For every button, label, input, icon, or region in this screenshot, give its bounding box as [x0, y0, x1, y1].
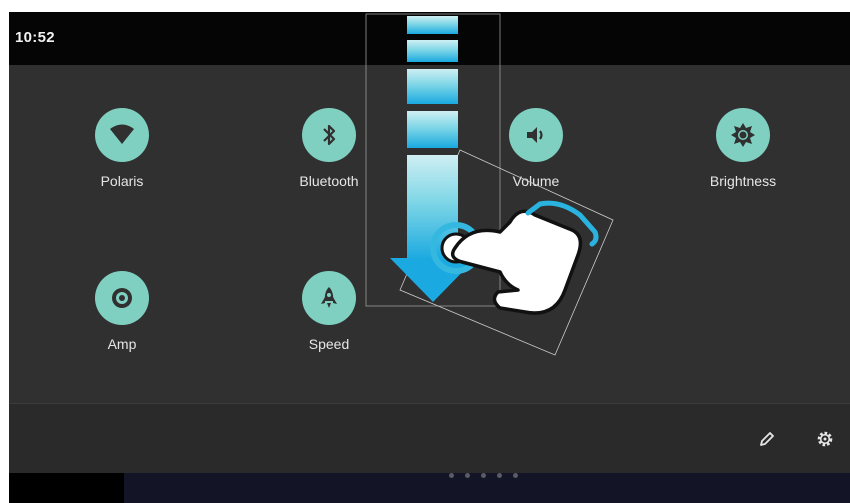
tile-bluetooth[interactable]: Bluetooth	[249, 108, 409, 189]
volume-icon	[509, 108, 563, 162]
page-dot	[497, 473, 502, 478]
gear-icon[interactable]	[814, 428, 836, 450]
rocket-icon	[302, 271, 356, 325]
tile-label: Speed	[308, 336, 350, 352]
brightness-icon	[716, 108, 770, 162]
page-dot	[481, 473, 486, 478]
status-time: 10:52	[15, 29, 55, 46]
page-dot	[513, 473, 518, 478]
speaker-icon	[95, 271, 149, 325]
pencil-icon[interactable]	[756, 428, 778, 450]
page-dot	[449, 473, 454, 478]
tile-brightness[interactable]: Brightness	[663, 108, 823, 189]
quick-settings-panel: Polaris Bluetooth Volume Brightness Amp …	[9, 65, 850, 403]
bottom-strip	[9, 473, 850, 503]
tile-speed[interactable]: Speed	[249, 271, 409, 352]
tile-polaris[interactable]: Polaris	[42, 108, 202, 189]
tile-amp[interactable]: Amp	[42, 271, 202, 352]
quick-settings-footer	[9, 403, 850, 474]
page-indicator	[449, 473, 518, 478]
page-dot	[465, 473, 470, 478]
tile-label: Polaris	[100, 173, 144, 189]
tile-volume[interactable]: Volume	[456, 108, 616, 189]
tile-label: Brightness	[709, 173, 777, 189]
status-bar: 10:52	[9, 12, 850, 65]
tile-label: Amp	[107, 336, 137, 352]
bluetooth-icon	[302, 108, 356, 162]
wifi-icon	[95, 108, 149, 162]
tile-label: Volume	[512, 173, 560, 189]
tile-label: Bluetooth	[299, 173, 359, 189]
android-quick-settings-screen: 10:52 Polaris Bluetooth Volume Brightnes…	[9, 12, 850, 503]
